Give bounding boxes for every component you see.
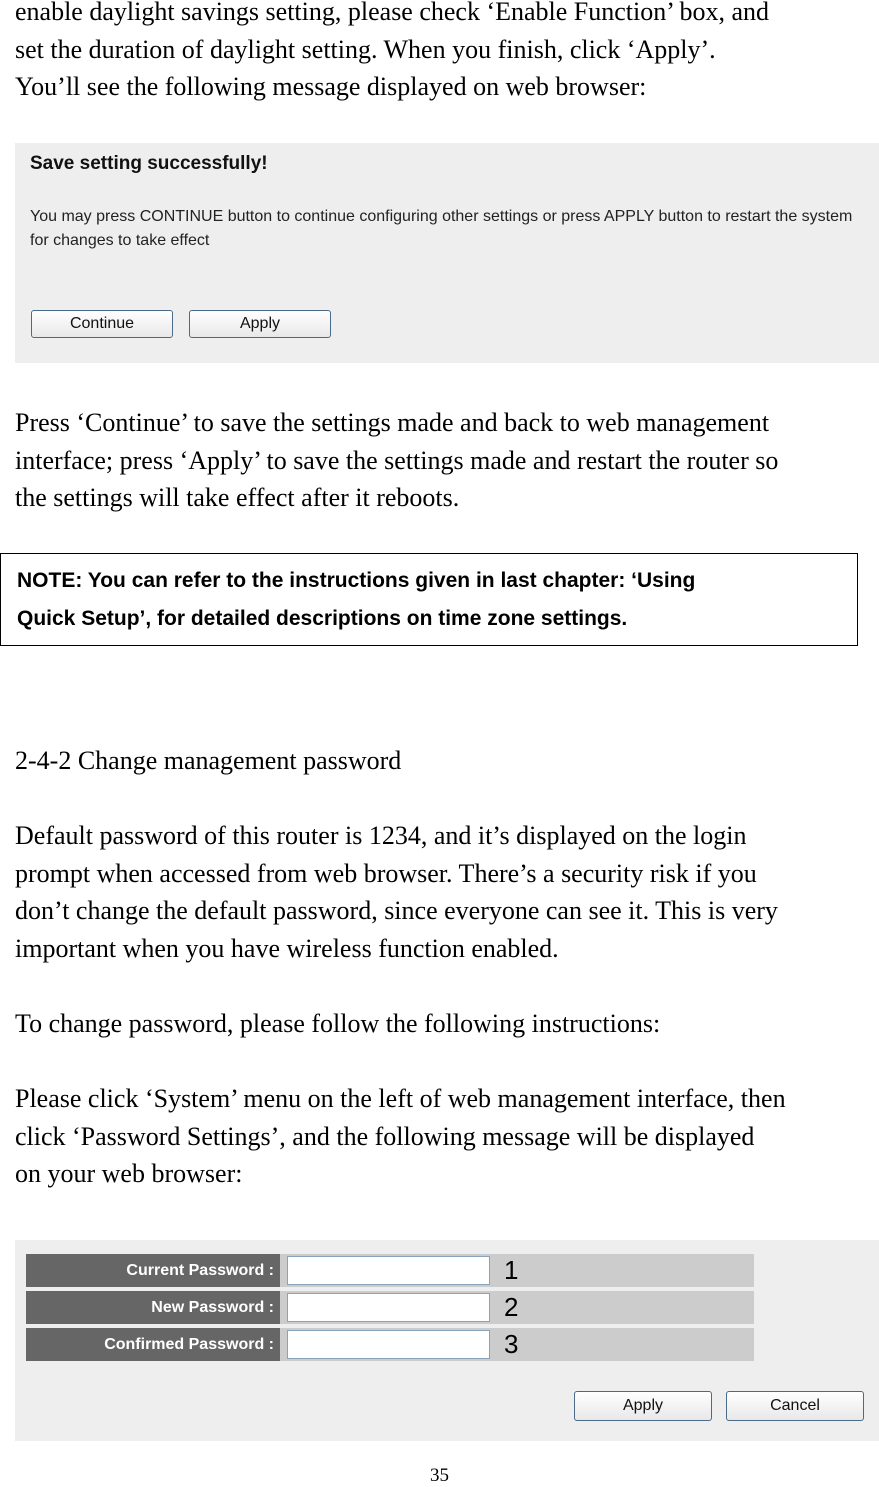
intro-paragraph: enable daylight savings setting, please …	[15, 0, 879, 106]
new-password-label: New Password :	[26, 1291, 280, 1324]
current-password-label: Current Password :	[26, 1254, 280, 1287]
cancel-button[interactable]: Cancel	[726, 1391, 864, 1421]
dialog-message: You may press CONTINUE button to continu…	[30, 208, 853, 249]
step-marker: 2	[504, 1292, 519, 1322]
default-password-paragraph: Default password of this router is 1234,…	[15, 817, 879, 967]
step-marker: 3	[504, 1329, 519, 1359]
text-line: prompt when accessed from web browser. T…	[15, 858, 757, 888]
page-number: 35	[430, 1465, 449, 1486]
new-password-row: New Password : 2	[26, 1291, 754, 1324]
confirmed-password-label: Confirmed Password :	[26, 1328, 280, 1361]
instructions-intro: To change password, please follow the fo…	[15, 1009, 661, 1038]
text-line: You’ll see the following message display…	[15, 72, 647, 101]
section-heading: 2-4-2 Change management password	[15, 746, 402, 775]
save-success-screenshot: Save setting successfully! You may press…	[15, 143, 879, 363]
text-line: Please click ‘System’ menu on the left o…	[15, 1084, 786, 1113]
dialog-title: Save setting successfully!	[30, 153, 268, 174]
system-menu-paragraph: Please click ‘System’ menu on the left o…	[15, 1080, 879, 1193]
new-password-input[interactable]	[287, 1293, 490, 1322]
apply-button[interactable]: Apply	[574, 1391, 712, 1421]
after-save-paragraph: Press ‘Continue’ to save the settings ma…	[15, 404, 879, 517]
note-line: Quick Setup’, for detailed descriptions …	[17, 607, 628, 630]
note-line: NOTE: You can refer to the instructions …	[17, 569, 696, 592]
step-marker: 1	[504, 1255, 519, 1285]
text-line: don’t change the default password, since…	[15, 896, 778, 925]
text-line: the settings will take effect after it r…	[15, 483, 460, 512]
text-line: Default password of this router is 1234,…	[15, 821, 747, 850]
text-line: Press ‘Continue’ to save the settings ma…	[15, 408, 770, 437]
text-line: click ‘Password Settings’, and the follo…	[15, 1121, 755, 1151]
text-line: interface; press ‘Apply’ to save the set…	[15, 445, 779, 475]
current-password-input[interactable]	[287, 1256, 490, 1285]
note-text: NOTE: You can refer to the instructions …	[17, 562, 695, 638]
continue-button[interactable]: Continue	[31, 310, 173, 338]
confirmed-password-input[interactable]	[287, 1330, 490, 1359]
text-line: enable daylight savings setting, please …	[15, 0, 770, 26]
text-line: on your web browser:	[15, 1159, 243, 1188]
apply-button[interactable]: Apply	[189, 310, 331, 338]
note-box: NOTE: You can refer to the instructions …	[0, 553, 858, 646]
current-password-row: Current Password : 1	[26, 1254, 754, 1287]
text-line: important when you have wireless functio…	[15, 933, 559, 963]
text-line: set the duration of daylight setting. Wh…	[15, 34, 716, 64]
confirmed-password-row: Confirmed Password : 3	[26, 1328, 754, 1361]
password-settings-screenshot: Current Password : 1 New Password : 2 Co…	[15, 1240, 879, 1441]
